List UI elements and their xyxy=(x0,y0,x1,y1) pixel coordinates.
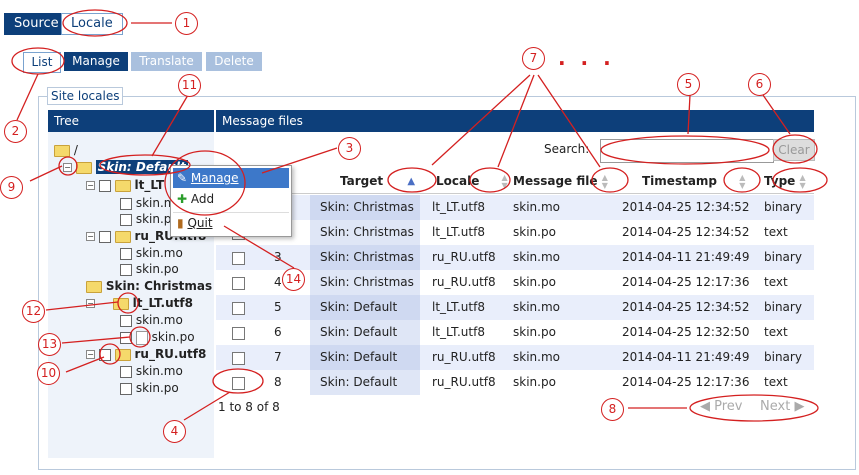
annotation-overlay xyxy=(11,9,828,422)
annotation-ellipsis: . . . xyxy=(558,46,615,70)
annotation-marker: 7 xyxy=(522,47,545,70)
annotation-marker: 9 xyxy=(0,176,23,199)
annotation-marker: 5 xyxy=(677,73,700,96)
annotation-marker: 11 xyxy=(178,74,201,97)
annotation-marker: 12 xyxy=(22,300,45,323)
annotation-marker: 2 xyxy=(4,120,27,143)
annotation-marker: 4 xyxy=(163,420,186,443)
annotation-marker: 10 xyxy=(37,362,60,385)
annotation-marker: 13 xyxy=(38,333,61,356)
annotation-marker: 8 xyxy=(601,398,624,421)
annotation-marker: 14 xyxy=(282,268,305,291)
annotation-marker: 3 xyxy=(338,137,361,160)
annotation-marker: 1 xyxy=(175,12,198,35)
annotation-marker: 6 xyxy=(748,73,771,96)
